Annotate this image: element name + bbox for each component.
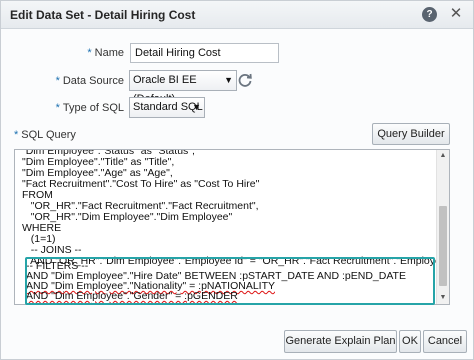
name-label: * Name [87,47,124,59]
edit-data-set-dialog: Edit Data Set - Detail Hiring Cost ? ✕ *… [0,0,474,360]
type-of-sql-select[interactable]: Standard SQL ▼ [129,97,205,118]
chevron-down-icon: ▼ [224,75,233,85]
data-source-select[interactable]: Oracle BI EE (Default) ▼ [129,70,237,105]
chevron-down-icon: ▼ [192,102,201,112]
help-icon[interactable]: ? [422,7,437,22]
refresh-icon[interactable] [237,72,253,88]
data-source-label: * Data Source [55,75,124,87]
sql-query-label: * SQL Query [14,129,76,141]
scroll-down-icon[interactable]: ▼ [437,292,449,304]
type-of-sql-label: * Type of SQL [55,102,124,114]
filters-highlight-box [25,257,435,305]
generate-explain-plan-button[interactable]: Generate Explain Plan [284,330,397,353]
dialog-titlebar: Edit Data Set - Detail Hiring Cost ? ✕ [1,1,473,29]
ok-button[interactable]: OK [399,330,421,353]
scroll-thumb[interactable] [439,206,447,286]
query-builder-button[interactable]: Query Builder [372,123,450,145]
close-icon[interactable]: ✕ [447,4,465,24]
dialog-title: Edit Data Set - Detail Hiring Cost [10,8,196,22]
sql-scrollbar[interactable]: ▲ ▼ [436,150,449,304]
sql-line: "Fact Recruitment"."Cost To Hire" as "Co… [22,178,260,190]
scroll-up-icon[interactable]: ▲ [437,150,449,162]
name-field[interactable]: Detail Hiring Cost [130,43,279,63]
cancel-button[interactable]: Cancel [423,330,467,353]
